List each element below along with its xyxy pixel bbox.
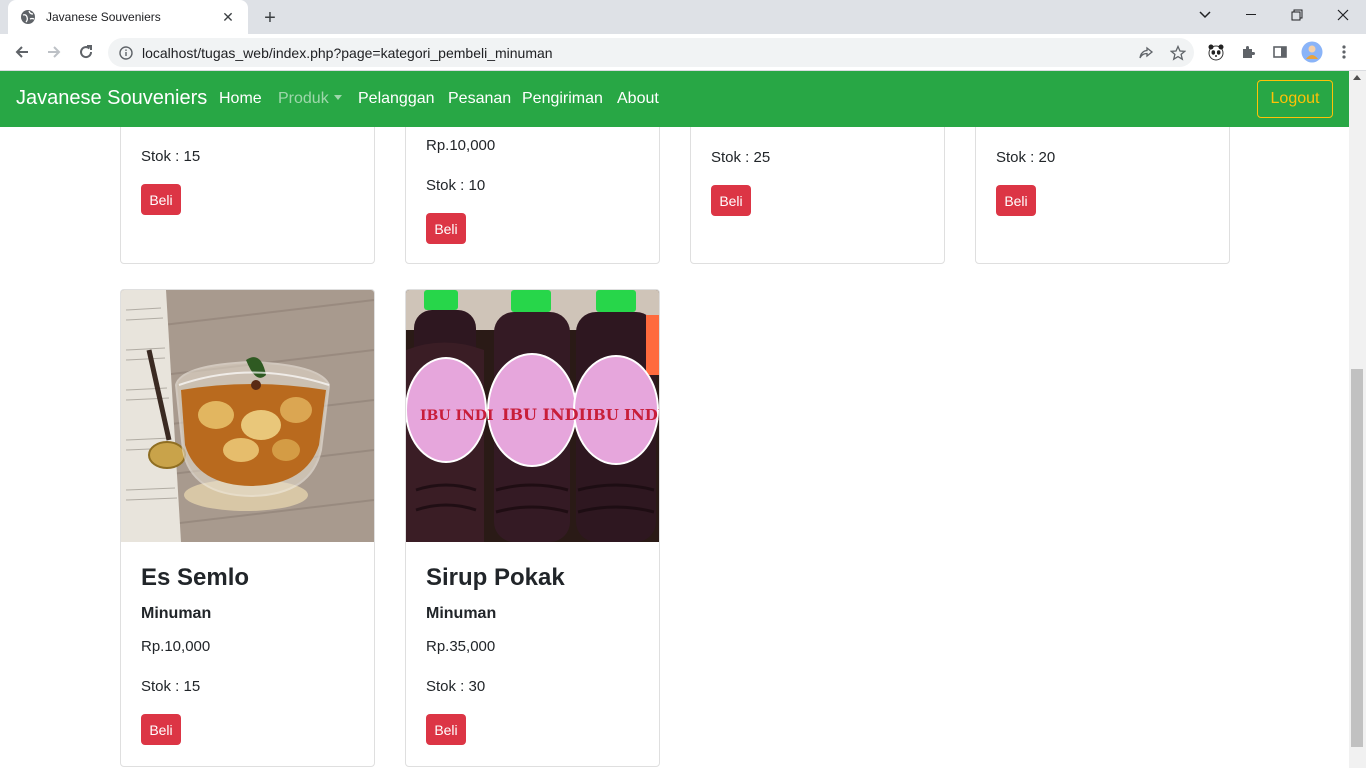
new-tab-icon[interactable]: +	[258, 6, 282, 30]
close-window-icon[interactable]	[1320, 0, 1366, 30]
brand-link[interactable]: Javanese Souveniers	[16, 87, 207, 110]
nav-produk-dropdown[interactable]: Produk	[278, 90, 342, 108]
product-stock: Stok : 15	[141, 148, 201, 165]
url-text: localhost/tugas_web/index.php?page=kateg…	[142, 44, 553, 61]
site-navbar: Javanese Souveniers Home Produk Pelangga…	[0, 71, 1349, 127]
bottle-label-text: IBU INDI	[502, 405, 586, 424]
menu-kebab-icon[interactable]	[1332, 40, 1356, 64]
product-category: Minuman	[141, 605, 212, 622]
browser-tab-bar: Javanese Souveniers ✕ +	[0, 0, 1366, 34]
product-image-es-semlo	[121, 290, 374, 542]
product-price: Rp.10,000	[141, 638, 211, 655]
buy-button[interactable]: Beli	[141, 184, 181, 215]
product-title: Sirup Pokak	[426, 564, 565, 591]
product-card: Es Semlo Minuman Rp.10,000 Stok : 15 Bel…	[120, 289, 375, 767]
nav-about[interactable]: About	[617, 90, 659, 108]
product-stock: Stok : 30	[426, 678, 486, 695]
nav-home[interactable]: Home	[219, 90, 262, 108]
site-info-icon[interactable]	[118, 45, 134, 61]
product-title: Es Semlo	[141, 564, 250, 591]
restore-icon[interactable]	[1274, 0, 1320, 30]
product-category: Minuman	[426, 605, 497, 622]
product-stock: Stok : 25	[711, 149, 771, 166]
close-tab-icon[interactable]: ✕	[220, 9, 236, 25]
minimize-icon[interactable]	[1228, 0, 1274, 30]
extensions-puzzle-icon[interactable]	[1236, 40, 1260, 64]
side-panel-icon[interactable]	[1268, 40, 1292, 64]
product-price: Rp.35,000	[426, 638, 496, 655]
forward-icon[interactable]	[40, 38, 68, 66]
tab-search-icon[interactable]	[1182, 0, 1228, 30]
product-stock: Stok : 20	[996, 149, 1056, 166]
dropdown-caret-icon	[333, 95, 342, 100]
profile-avatar-icon[interactable]	[1300, 40, 1324, 64]
scrollbar-thumb[interactable]	[1351, 369, 1363, 747]
product-image-sirup-pokak: IBU INDI IBU INDI IBU INDI	[406, 290, 659, 542]
reload-icon[interactable]	[72, 38, 100, 66]
buy-button[interactable]: Beli	[426, 213, 466, 244]
buy-button[interactable]: Beli	[141, 714, 181, 745]
browser-tab[interactable]: Javanese Souveniers ✕	[8, 0, 248, 34]
address-bar[interactable]: localhost/tugas_web/index.php?page=kateg…	[108, 38, 1194, 67]
globe-icon	[20, 9, 36, 25]
product-stock: Stok : 10	[426, 177, 486, 194]
product-card: IBU INDI IBU INDI IBU INDI Sirup Pokak M…	[405, 289, 660, 767]
page-scrollbar[interactable]	[1349, 71, 1366, 768]
buy-button[interactable]: Beli	[996, 185, 1036, 216]
bottle-label-text: IBU INDI	[420, 408, 494, 424]
bottle-label-text: IBU INDI	[586, 406, 659, 424]
panda-extension-icon[interactable]	[1204, 40, 1228, 64]
scroll-up-arrow-icon[interactable]	[1353, 75, 1361, 80]
bookmark-star-icon[interactable]	[1162, 39, 1194, 67]
product-stock: Stok : 15	[141, 678, 201, 695]
logout-button[interactable]: Logout	[1257, 80, 1333, 118]
browser-toolbar: localhost/tugas_web/index.php?page=kateg…	[0, 34, 1366, 71]
product-price: Rp.10,000	[426, 137, 496, 154]
nav-pesanan[interactable]: Pesanan	[448, 90, 511, 108]
nav-pelanggan[interactable]: Pelanggan	[358, 90, 435, 108]
page-viewport: Javanese Souveniers Home Produk Pelangga…	[0, 71, 1349, 768]
buy-button[interactable]: Beli	[711, 185, 751, 216]
nav-produk-label: Produk	[278, 90, 329, 107]
nav-pengiriman[interactable]: Pengiriman	[522, 90, 603, 108]
tab-title: Javanese Souveniers	[46, 10, 161, 24]
back-icon[interactable]	[8, 38, 36, 66]
share-icon[interactable]	[1130, 39, 1162, 67]
buy-button[interactable]: Beli	[426, 714, 466, 745]
